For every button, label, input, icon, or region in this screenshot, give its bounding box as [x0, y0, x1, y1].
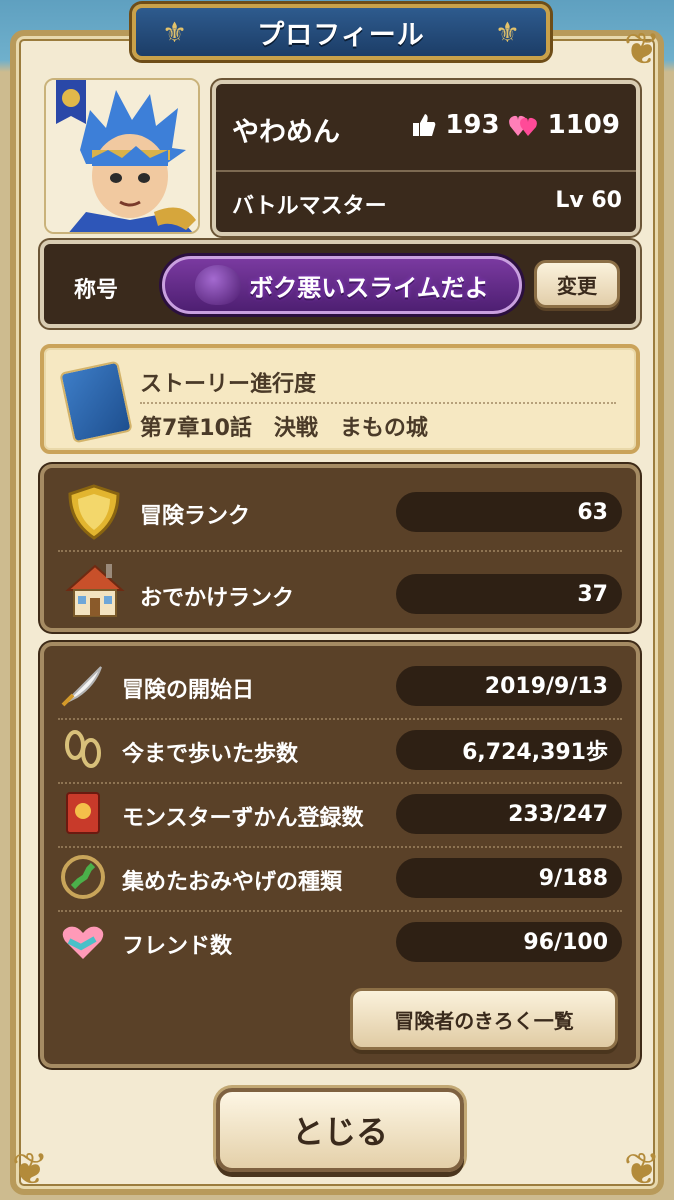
footprints-icon [58, 724, 108, 774]
stat-value: 9/188 [396, 858, 622, 898]
stat-label: フレンド数 [122, 934, 233, 959]
monster-book-icon [58, 788, 108, 838]
rank-label: 冒険ランク [140, 504, 251, 529]
japan-map-icon [58, 852, 108, 902]
ranks-panel: 冒険ランク 63 おでかけランク 37 [40, 464, 640, 632]
stat-label: 集めたおみやげの種類 [122, 870, 343, 895]
story-progress-text: 第7章10話 決戦 まもの城 [140, 416, 428, 441]
handshake-icon [58, 916, 108, 966]
hearts-count: 1109 [547, 110, 620, 140]
slime-icon [195, 265, 242, 305]
rank-label: おでかけランク [140, 586, 295, 611]
likes-count: 193 [445, 110, 500, 140]
player-job: バトルマスター [232, 194, 387, 219]
corner-ornament-icon: ❦ [11, 1144, 49, 1195]
close-button[interactable]: とじる [216, 1088, 464, 1172]
story-progress-card: ストーリー進行度 第7章10話 決戦 まもの城 [40, 344, 640, 454]
divider [140, 402, 616, 404]
stat-label: モンスターずかん登録数 [122, 806, 364, 831]
change-title-button[interactable]: 変更 [534, 260, 620, 308]
rank-value: 37 [396, 574, 622, 614]
fleur-de-lis-icon: ⚜ [494, 16, 520, 49]
stat-value: 233/247 [396, 794, 622, 834]
avatar-portrait-icon [46, 80, 198, 232]
corner-ornament-icon: ❦ [623, 1144, 661, 1195]
player-title-text: ボク悪いスライムだよ [249, 273, 489, 302]
story-book-icon [59, 360, 133, 444]
shield-icon [62, 482, 126, 542]
list-item: 今まで歩いた歩数 6,724,391歩 [44, 718, 636, 782]
stat-label: 今まで歩いた歩数 [122, 742, 299, 767]
player-level: Lv 60 [555, 188, 622, 213]
list-item: 冒険の開始日 2019/9/13 [44, 654, 636, 718]
title-banner: ⚜ プロフィール ⚜ [132, 4, 550, 60]
divider [58, 550, 622, 552]
player-reactions: 193 1109 [411, 110, 620, 140]
list-item: モンスターずかん登録数 233/247 [44, 782, 636, 846]
list-item: 集めたおみやげの種類 9/188 [44, 846, 636, 910]
hearts-icon [508, 115, 537, 136]
avatar [44, 78, 200, 234]
page-title: プロフィール [257, 19, 425, 51]
list-item: 冒険ランク 63 [44, 480, 636, 544]
fleur-de-lis-icon: ⚜ [162, 16, 188, 49]
house-icon [60, 558, 130, 624]
title-row: 称号 ボク悪いスライムだよ 変更 [40, 240, 640, 328]
divider [216, 170, 636, 172]
stat-value: 6,724,391歩 [396, 730, 622, 770]
story-heading: ストーリー進行度 [140, 372, 317, 397]
player-info-box: やわめん 193 1109 バトルマスター Lv 60 [212, 80, 640, 236]
list-item: おでかけランク 37 [44, 562, 636, 626]
corner-ornament-icon: ❦ [623, 24, 661, 75]
rank-value: 63 [396, 492, 622, 532]
thumbs-up-icon [413, 114, 436, 136]
adventurer-records-button[interactable]: 冒険者のきろく一覧 [350, 988, 618, 1050]
stat-label: 冒険の開始日 [122, 678, 255, 703]
quill-icon [58, 660, 108, 710]
player-name: やわめん [232, 117, 340, 148]
stat-value: 2019/9/13 [396, 666, 622, 706]
list-item: フレンド数 96/100 [44, 910, 636, 974]
title-label: 称号 [74, 278, 119, 303]
stat-value: 96/100 [396, 922, 622, 962]
player-title-plate: ボク悪いスライムだよ [162, 256, 522, 314]
